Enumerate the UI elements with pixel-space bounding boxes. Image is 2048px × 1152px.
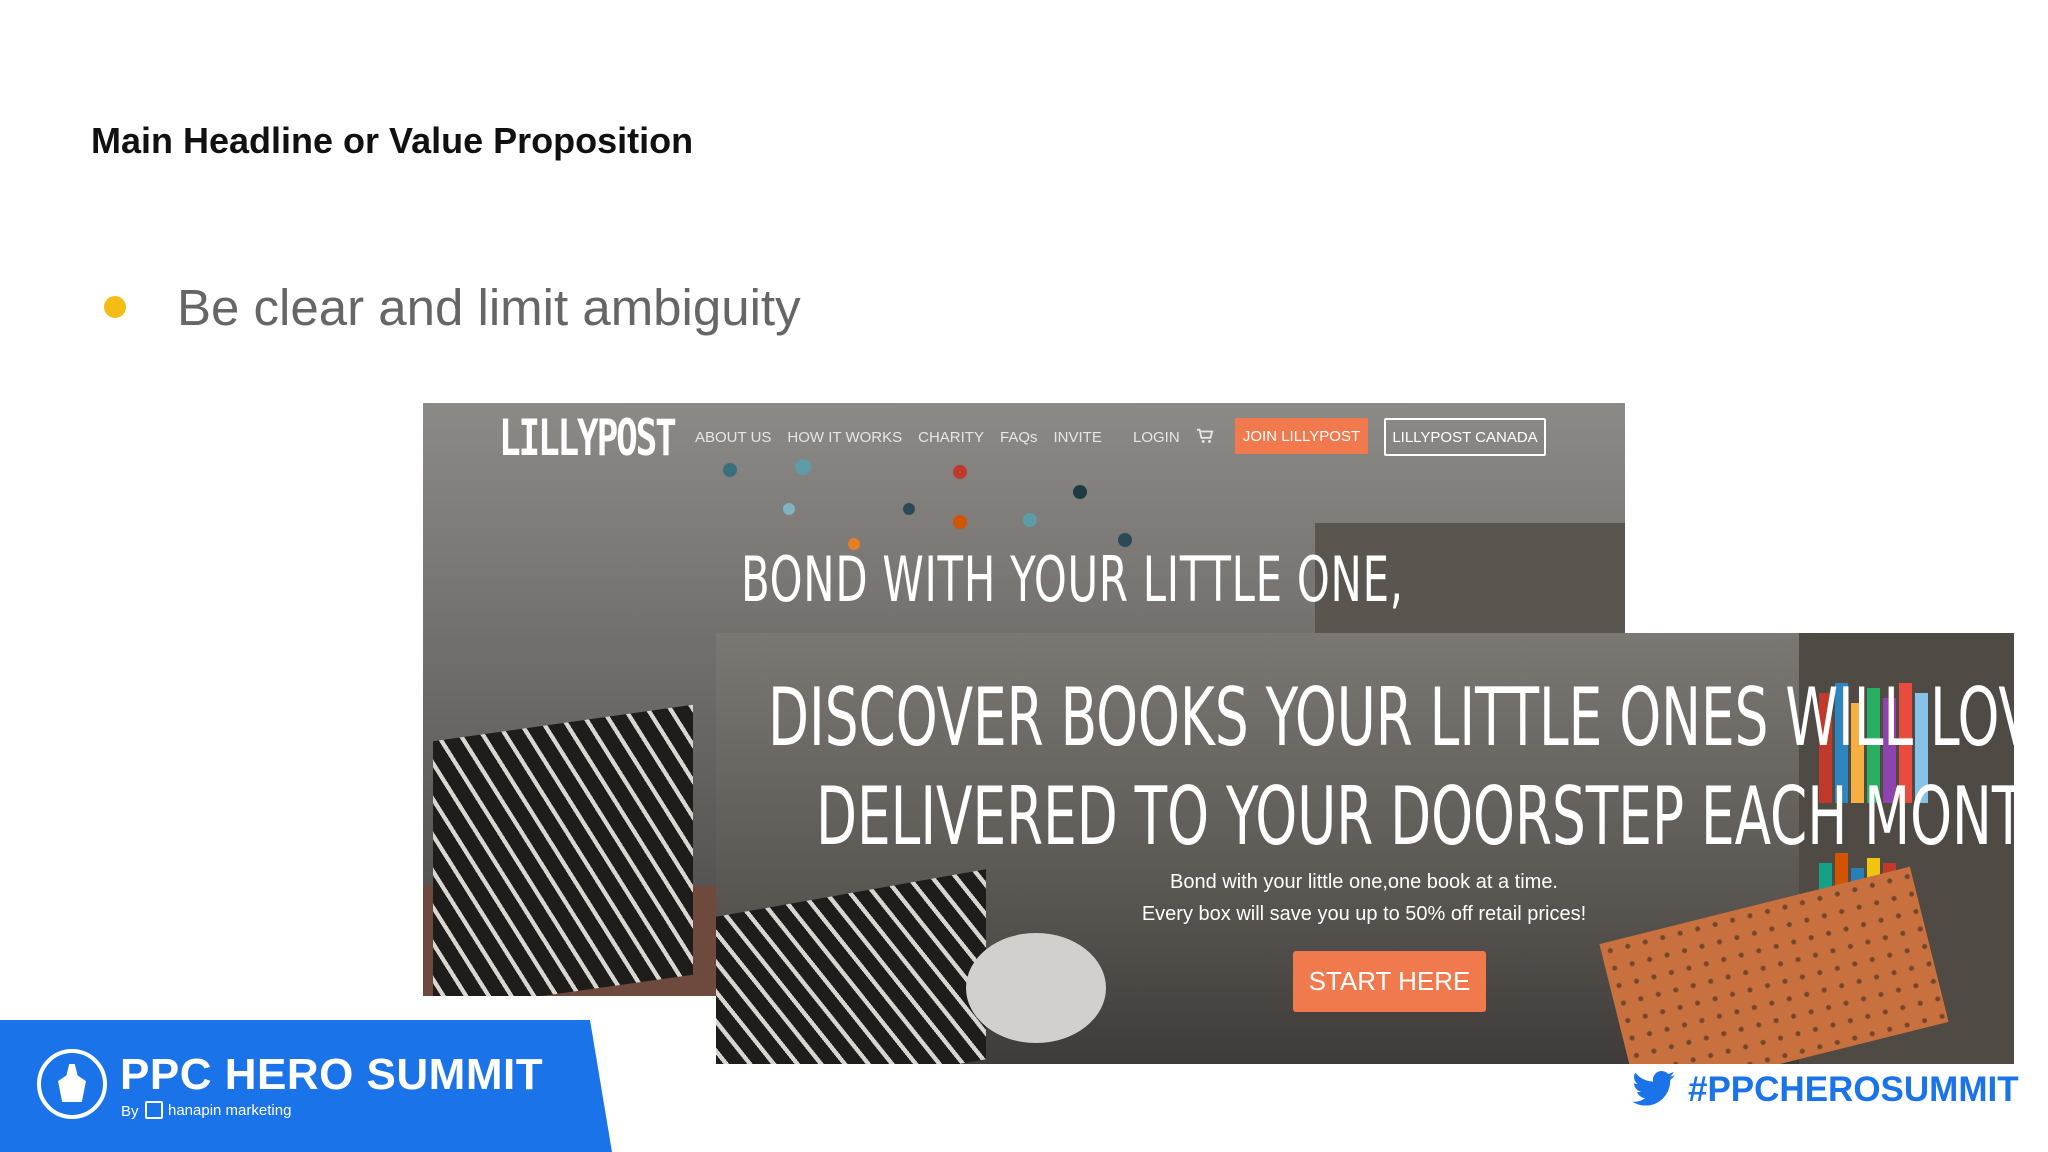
brand-title: PPC HERO SUMMIT bbox=[120, 1050, 544, 1099]
join-lillypost-button[interactable]: JOIN LILLYPOST bbox=[1235, 418, 1368, 454]
pillow-decoration bbox=[716, 869, 986, 1064]
nav-link-charity[interactable]: CHARITY bbox=[918, 429, 984, 446]
cart-icon[interactable] bbox=[1196, 427, 1214, 445]
twitter-icon bbox=[1632, 1071, 1675, 1106]
knot-pillow-decoration bbox=[966, 933, 1106, 1043]
start-here-button[interactable]: START HERE bbox=[1293, 951, 1486, 1012]
hashtag: #PPCHEROSUMMIT bbox=[1688, 1070, 2019, 1109]
lillypost-box-decoration bbox=[1599, 866, 1949, 1064]
nav-link-faqs[interactable]: FAQs bbox=[1000, 429, 1038, 446]
headline-line-2: DELIVERED TO YOUR DOORSTEP EACH MONTH. bbox=[816, 770, 2014, 863]
lillypost-logo[interactable]: LILLYPOST bbox=[499, 409, 677, 467]
nav-link-invite[interactable]: INVITE bbox=[1054, 429, 1102, 446]
slide-title: Main Headline or Value Proposition bbox=[91, 120, 694, 161]
subtext-line-1: Bond with your little one,one book at a … bbox=[1169, 871, 1558, 893]
headline-line-1: DISCOVER BOOKS YOUR LITTLE ONES WILL LOV… bbox=[768, 671, 2014, 764]
nav-link-about[interactable]: ABOUT US bbox=[695, 429, 771, 446]
pillow-decoration bbox=[433, 704, 693, 996]
hanapin-logo-icon bbox=[145, 1101, 163, 1119]
brand-company: hanapin marketing bbox=[168, 1102, 292, 1119]
screenshot-improved-homepage: DISCOVER BOOKS YOUR LITTLE ONES WILL LOV… bbox=[716, 633, 2014, 1064]
nav-links: ABOUT US HOW IT WORKS CHARITY FAQs INVIT… bbox=[695, 429, 1102, 446]
nav-link-how-it-works[interactable]: HOW IT WORKS bbox=[787, 429, 902, 446]
lillypost-canada-button[interactable]: LILLYPOST CANADA bbox=[1384, 418, 1546, 456]
nav-link-login[interactable]: LOGIN bbox=[1133, 429, 1180, 446]
brand-by: By bbox=[121, 1103, 139, 1120]
subtext-line-2: Every box will save you up to 50% off re… bbox=[1141, 903, 1587, 925]
original-headline: BOND WITH YOUR LITTLE ONE, bbox=[741, 543, 1404, 616]
bullet-text: Be clear and limit ambiguity bbox=[177, 279, 801, 336]
bullet-dot-icon bbox=[104, 296, 126, 318]
